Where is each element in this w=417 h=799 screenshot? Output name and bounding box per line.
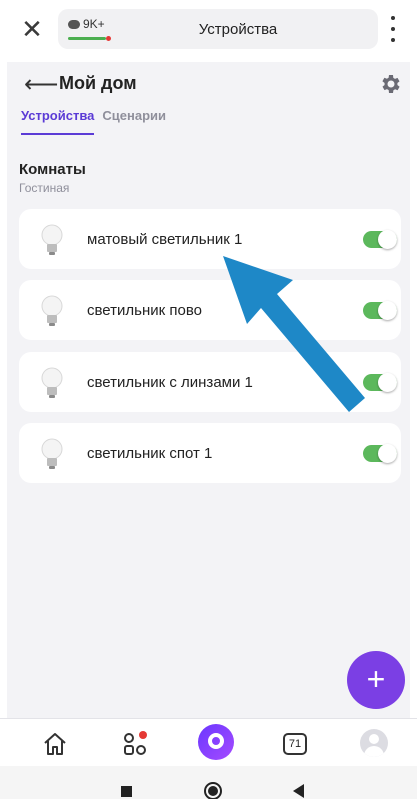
browser-top-bar: ✕ 9K+ Устройства [0,0,417,62]
alice-icon[interactable] [198,724,234,760]
device-card[interactable]: матовый светильник 1 [19,209,401,269]
device-card[interactable]: светильник спот 1 [19,423,401,483]
device-card[interactable]: светильник с линзами 1 [19,352,401,412]
page-title: Мой дом [59,73,137,93]
title-pill: 9K+ Устройства [58,9,378,49]
grid-icon[interactable] [120,729,150,759]
device-name: матовый светильник 1 [87,231,243,248]
power-toggle[interactable] [363,373,397,392]
calendar-icon[interactable]: 71 [283,733,307,755]
lightbulb-icon [41,438,63,469]
avatar-icon[interactable] [360,729,388,757]
power-toggle[interactable] [363,444,397,463]
device-name: светильник спот 1 [87,445,213,462]
topbar-title: Устройства [198,21,278,38]
home-button-icon[interactable] [204,782,222,799]
lightbulb-icon [41,367,63,398]
system-nav-bar [0,766,417,799]
bottom-nav: 71 [0,718,417,766]
kebab-menu-icon[interactable] [390,16,396,42]
app-content: ⟵ Мой дом Устройства Сценарии Комнаты Го… [7,62,410,718]
add-button[interactable]: + [347,651,405,709]
power-toggle[interactable] [363,301,397,320]
lightbulb-icon [41,224,63,255]
arrow-left-icon[interactable]: ⟵ [24,70,58,99]
gear-icon[interactable] [379,72,403,96]
recents-icon[interactable] [121,786,132,797]
device-name: светильник пово [87,302,202,319]
room-label[interactable]: Гостиная [19,181,69,195]
lightbulb-icon [41,295,63,326]
tab-devices[interactable]: Устройства [21,108,95,135]
tab-scenarios[interactable]: Сценарии [102,108,166,135]
home-icon[interactable] [40,729,70,759]
device-name: светильник с линзами 1 [87,374,253,391]
back-icon[interactable] [293,784,304,798]
tab-bar: Устройства Сценарии [21,108,166,135]
section-title: Комнаты [19,161,86,178]
device-card[interactable]: светильник пово [19,280,401,340]
power-toggle[interactable] [363,230,397,249]
close-icon[interactable]: ✕ [18,15,46,43]
